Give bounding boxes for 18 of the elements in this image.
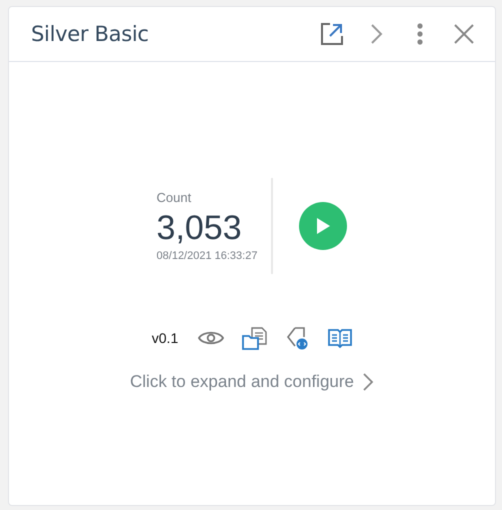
window-title: Silver Basic bbox=[31, 22, 150, 46]
book-icon[interactable] bbox=[328, 328, 352, 348]
close-icon bbox=[454, 24, 474, 44]
open-external-button[interactable] bbox=[319, 21, 345, 47]
more-vertical-icon bbox=[417, 23, 423, 45]
chevron-right-icon bbox=[369, 23, 383, 45]
metric-timestamp: 08/12/2021 16:33:27 bbox=[156, 250, 258, 262]
metric-value: 3,053 bbox=[156, 209, 243, 248]
eye-icon[interactable] bbox=[198, 330, 224, 346]
play-icon bbox=[316, 218, 330, 234]
external-link-icon bbox=[320, 22, 344, 46]
version-label: v0.1 bbox=[152, 330, 178, 346]
folder-document-icon[interactable] bbox=[242, 326, 268, 350]
metric-label: Count bbox=[156, 190, 192, 205]
chevron-right-icon bbox=[362, 372, 374, 392]
tag-code-icon[interactable] bbox=[286, 326, 310, 350]
play-button[interactable] bbox=[299, 202, 348, 250]
expand-link[interactable]: Click to expand and configure bbox=[130, 372, 374, 392]
